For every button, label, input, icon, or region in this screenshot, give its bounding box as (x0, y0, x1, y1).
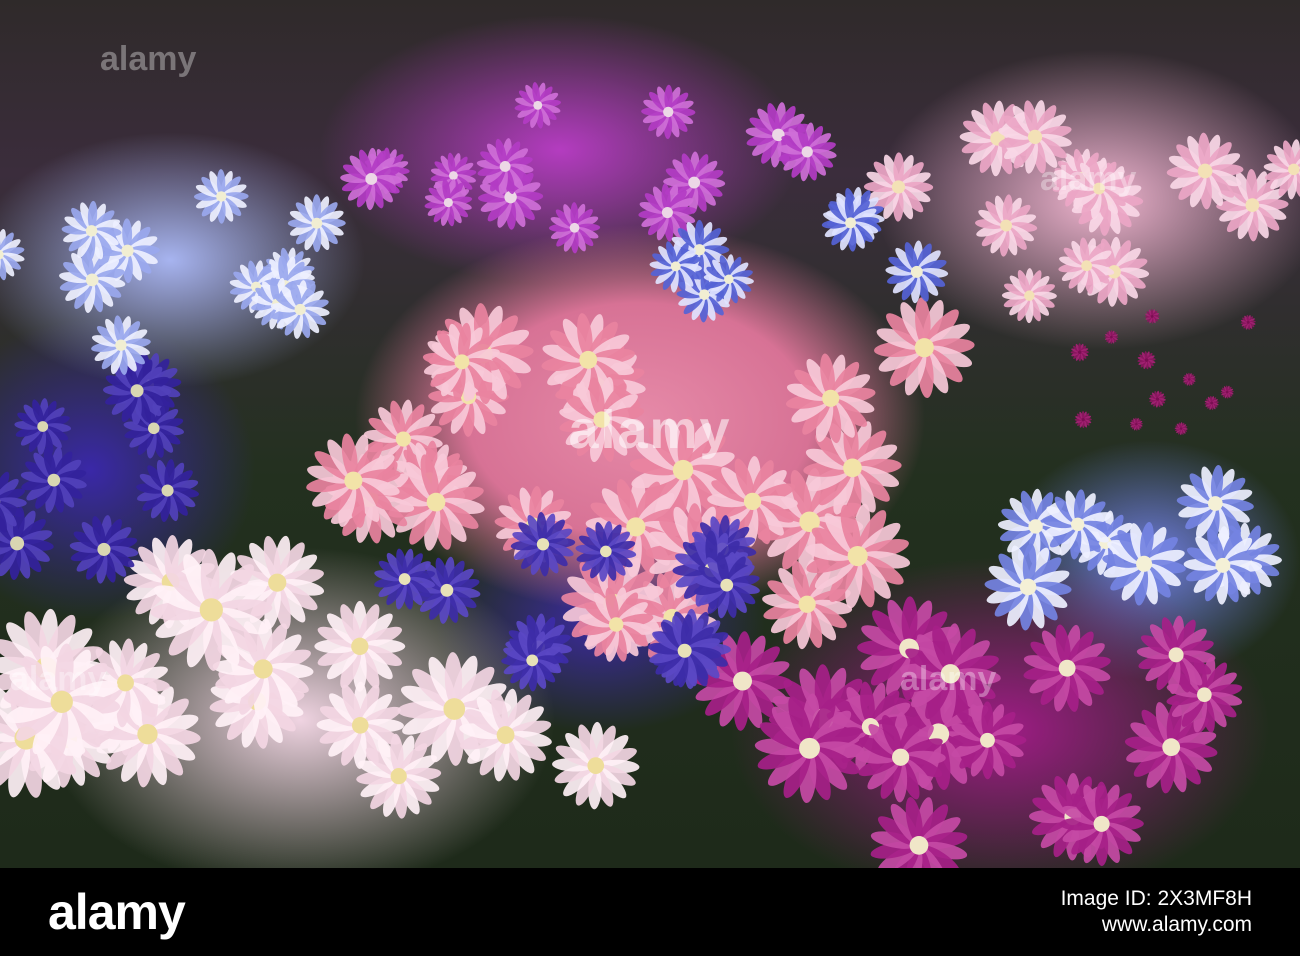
site-url: www.alamy.com (1101, 913, 1252, 936)
daisy-bloom (552, 721, 640, 810)
daisy-bloom (14, 398, 72, 455)
image-id: Image ID: 2X3MF8H (1060, 886, 1252, 910)
daisy-bloom (1174, 422, 1188, 436)
daisy-bloom (1023, 624, 1111, 712)
daisy-bloom (69, 515, 139, 584)
daisy-bloom (1220, 385, 1234, 399)
daisy-bloom (0, 228, 25, 281)
daisy-bloom (1074, 411, 1092, 429)
daisy-bloom (1129, 417, 1143, 431)
daisy-bloom (501, 629, 564, 692)
daisy-bloom (870, 797, 968, 868)
daisy-bloom (984, 543, 1072, 631)
daisy-bloom (548, 202, 601, 254)
daisy-bloom (193, 169, 249, 224)
daisy-bloom (1240, 314, 1256, 330)
daisy-bloom (1137, 351, 1156, 370)
daisy-bloom (1104, 330, 1119, 344)
daisy-bloom (1059, 781, 1144, 867)
daisy-bloom (874, 297, 975, 398)
footer-meta: Image ID: 2X3MF8H www.alamy.com (1061, 886, 1252, 939)
daisy-bloom (948, 701, 1027, 780)
daisy-bloom (1182, 372, 1196, 386)
daisy-bloom (514, 82, 561, 129)
daisy-bloom (136, 459, 200, 522)
footer-bar: alamy Image ID: 2X3MF8H www.alamy.com (0, 868, 1300, 956)
daisy-bloom (1149, 390, 1166, 408)
daisy-bloom (641, 84, 696, 140)
flower-bed-illustration (0, 82, 1300, 868)
daisy-bloom (1070, 343, 1089, 362)
daisy-bloom (975, 194, 1038, 257)
daisy-bloom (1001, 268, 1057, 324)
daisy-bloom (1204, 395, 1219, 411)
flower-photo: alamy alamy alamy alamy alamy (0, 0, 1300, 868)
page: alamy alamy alamy alamy alamy alamy Imag… (0, 0, 1300, 956)
daisy-bloom (855, 712, 946, 803)
daisy-bloom (885, 240, 949, 304)
daisy-bloom (287, 194, 346, 253)
footer-logo: alamy (48, 884, 186, 940)
daisy-bloom (1144, 308, 1160, 324)
daisy-bloom (314, 600, 406, 692)
daisy-bloom (20, 447, 87, 514)
